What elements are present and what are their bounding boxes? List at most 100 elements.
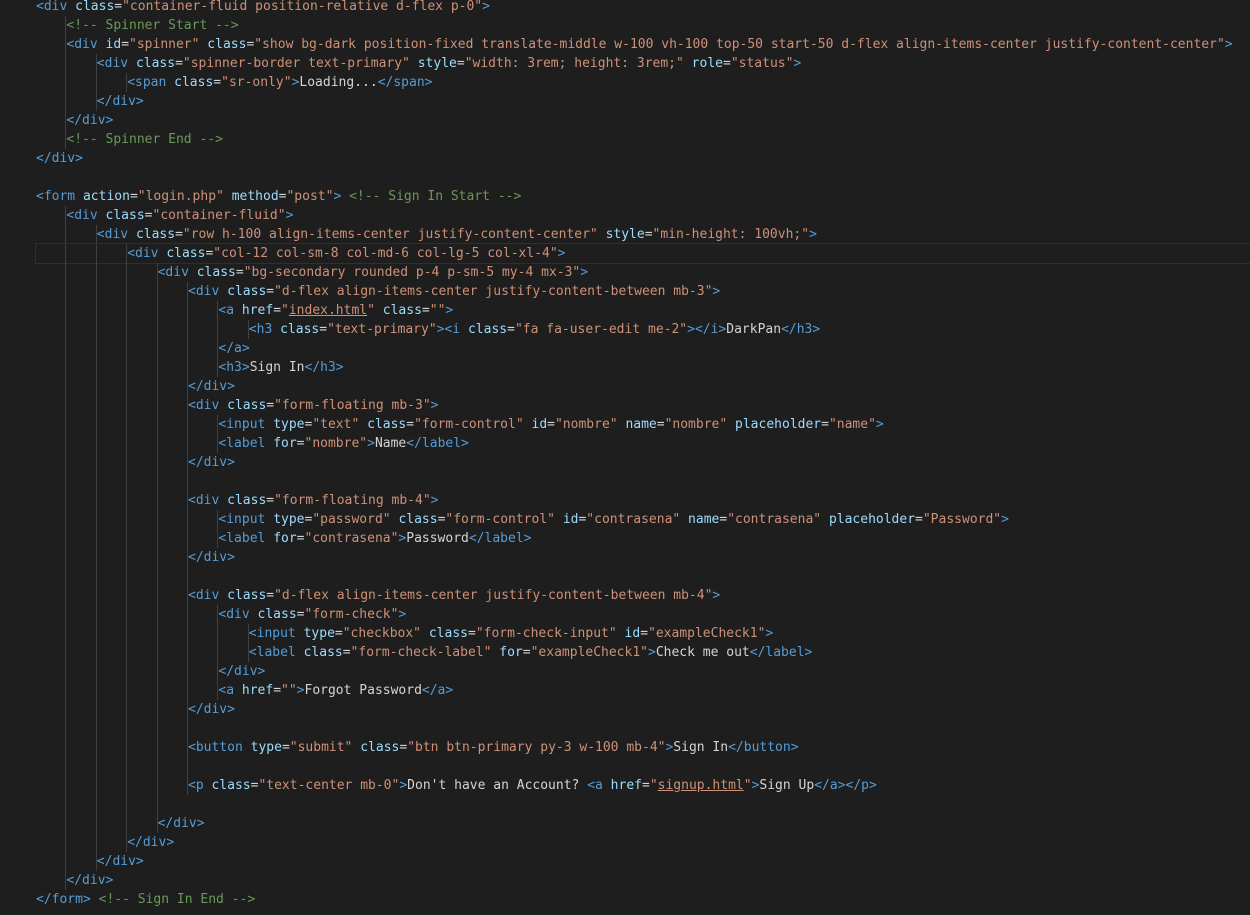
code-line[interactable]: </div>	[36, 548, 1250, 567]
code-line[interactable]: <input type="text" class="form-control" …	[36, 415, 1250, 434]
code-tag-token: </a>	[421, 683, 454, 698]
code-line[interactable]: <form action="login.php" method="post"> …	[36, 187, 1250, 206]
code-line[interactable]: <div class="spinner-border text-primary"…	[36, 54, 1250, 73]
indent-guide	[156, 586, 158, 605]
indent-guide	[126, 320, 128, 339]
indent-guide	[187, 662, 188, 681]
indent-guide	[95, 643, 97, 662]
code-line[interactable]: </div>	[36, 149, 1250, 168]
indent-guide	[126, 586, 128, 605]
code-tag-token: <div	[188, 493, 228, 508]
indent-guide	[126, 472, 128, 491]
code-line[interactable]: </div>	[36, 700, 1250, 719]
code-line[interactable]	[36, 472, 1250, 491]
code-line[interactable]: </div>	[36, 111, 1250, 130]
code-line[interactable]: </div>	[36, 377, 1250, 396]
code-line-text: <div class="d-flex align-items-center ju…	[188, 282, 720, 301]
code-line-text: </div>	[127, 833, 174, 852]
code-line[interactable]: <label for="contrasena">Password</label>	[36, 529, 1250, 548]
code-tag-token: </label>	[406, 436, 469, 451]
code-line[interactable]	[36, 719, 1250, 738]
code-line[interactable]: <div class="form-floating mb-4">	[36, 491, 1250, 510]
indent-guide	[65, 453, 67, 472]
code-text-token: =	[129, 189, 138, 204]
indent-guide	[95, 358, 97, 377]
code-line[interactable]: <div class="form-check">	[36, 605, 1250, 624]
code-tag-token: <form	[36, 189, 83, 204]
code-line[interactable]: <a href="index.html" class="">	[36, 301, 1250, 320]
code-line-text: </a>	[218, 339, 249, 358]
code-editor[interactable]: <div class="container-fluid position-rel…	[0, 0, 1250, 915]
code-tag-token: >	[430, 493, 439, 508]
code-line[interactable]: </div>	[36, 662, 1250, 681]
code-line-text: </form> <!-- Sign In End -->	[36, 890, 255, 909]
code-line[interactable]: <label for="nombre">Name</label>	[36, 434, 1250, 453]
code-line[interactable]	[36, 168, 1250, 187]
code-line[interactable]: <div class="d-flex align-items-center ju…	[36, 282, 1250, 301]
indent-guide	[65, 776, 67, 795]
code-line[interactable]	[36, 567, 1250, 586]
code-line[interactable]: <h3>Sign In</h3>	[36, 358, 1250, 377]
indent-guide	[126, 757, 128, 776]
code-line-text: <div class="form-floating mb-3">	[188, 396, 438, 415]
code-line[interactable]: </div>	[36, 871, 1250, 890]
indent-guide	[187, 320, 188, 339]
code-line[interactable]: </div>	[36, 852, 1250, 871]
code-line[interactable]: <div class="row h-100 align-items-center…	[36, 225, 1250, 244]
code-line[interactable]: <a href="">Forgot Password</a>	[36, 681, 1250, 700]
code-line-text: <!-- Spinner End -->	[66, 130, 223, 149]
code-line[interactable]: </div>	[36, 92, 1250, 111]
code-line[interactable]: <input type="checkbox" class="form-check…	[36, 624, 1250, 643]
indent-guide	[217, 624, 219, 643]
code-line-text: <a href="index.html" class="">	[218, 301, 453, 320]
code-link-token[interactable]: signup.html	[658, 778, 744, 793]
code-line[interactable]	[36, 757, 1250, 776]
code-line[interactable]: </a>	[36, 339, 1250, 358]
code-text-token: Loading...	[299, 75, 378, 90]
code-area[interactable]: <div class="container-fluid position-rel…	[35, 0, 1250, 915]
code-line[interactable]: <div class="d-flex align-items-center ju…	[36, 586, 1250, 605]
indent-guide	[187, 719, 188, 738]
code-line[interactable]: </div>	[36, 833, 1250, 852]
code-tag-token: <div	[127, 246, 167, 261]
code-line[interactable]: <button type="submit" class="btn btn-pri…	[36, 738, 1250, 757]
code-line[interactable]: <div class="bg-secondary rounded p-4 p-s…	[36, 263, 1250, 282]
indent-guide	[95, 681, 97, 700]
code-tag-token: </form>	[36, 892, 91, 907]
code-line[interactable]: <div id="spinner" class="show bg-dark po…	[36, 35, 1250, 54]
indent-guide	[95, 282, 97, 301]
indent-guide	[126, 339, 128, 358]
code-line[interactable]: </div>	[36, 814, 1250, 833]
code-line-text: <div class="container-fluid">	[66, 206, 293, 225]
code-line[interactable]: <span class="sr-only">Loading...</span>	[36, 73, 1250, 92]
code-line[interactable]	[36, 795, 1250, 814]
code-line[interactable]: <input type = "password" class = "form-contr…	[36, 510, 1250, 529]
code-line[interactable]: </form> <!-- Sign In End -->	[36, 890, 1250, 909]
code-line[interactable]: <div class="form-floating mb-3">	[36, 396, 1250, 415]
code-line[interactable]: <div class="container-fluid">	[36, 206, 1250, 225]
code-line[interactable]: <p class = "text-center mb-0">Don't have a…	[36, 776, 1250, 795]
indent-guide	[126, 282, 128, 301]
code-line[interactable]: <label class="form-check-label" for="exa…	[36, 643, 1250, 662]
indent-guide	[65, 567, 67, 586]
code-line[interactable]: <div class="col-12 col-sm-8 col-md-6 col…	[35, 243, 1250, 264]
code-line[interactable]: <!-- Spinner Start -->	[36, 16, 1250, 35]
code-link-token[interactable]: index.html	[289, 303, 367, 318]
code-attribute-token: class	[166, 246, 206, 261]
indent-guide	[65, 605, 67, 624]
code-tag-token: >	[712, 588, 721, 603]
code-line[interactable]: <div class="container-fluid position-rel…	[36, 0, 1250, 16]
code-comment-token: <!-- Sign In End -->	[98, 892, 256, 907]
code-line[interactable]: </div>	[36, 453, 1250, 472]
code-tag-token: </div>	[157, 816, 205, 831]
code-line[interactable]: <h3 class="text-primary"><i class="fa fa…	[36, 320, 1250, 339]
code-tag-token: <div	[218, 607, 258, 622]
code-line[interactable]: <!-- Spinner End -->	[36, 130, 1250, 149]
indent-guide	[156, 529, 158, 548]
code-tag-token: </div>	[188, 379, 235, 394]
indent-guide	[126, 263, 128, 282]
code-string-token: "form-control"	[445, 512, 555, 527]
